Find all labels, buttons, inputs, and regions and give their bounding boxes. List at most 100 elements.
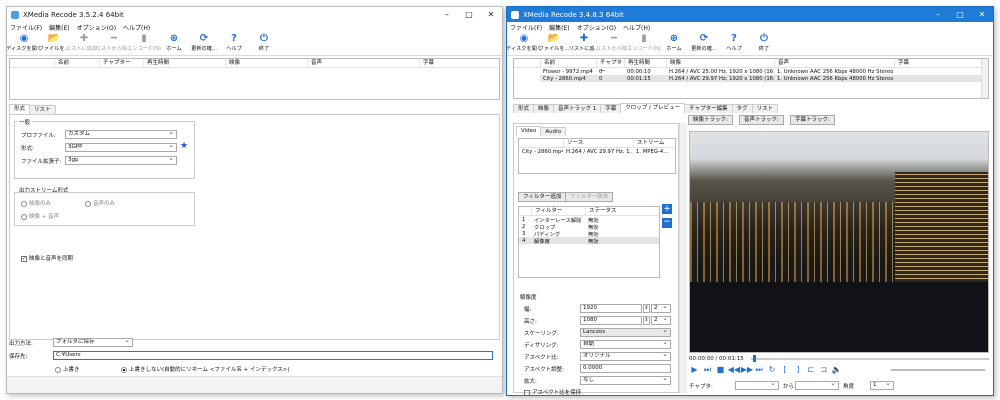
- source-stream-table[interactable]: ソース ストリーム City - 2860.mp4 H.264 / AVC 29…: [518, 138, 676, 174]
- tab-format[interactable]: 形式: [9, 104, 31, 114]
- col-name[interactable]: 名前: [54, 59, 99, 67]
- subtab-audio[interactable]: Audio: [540, 127, 567, 136]
- sync-checkbox[interactable]: ✓ 映像と音声を同期: [21, 254, 73, 262]
- height-ratio-select[interactable]: 2: [651, 316, 671, 325]
- save-to-input[interactable]: C:¥Users: [53, 351, 493, 360]
- right-file-list[interactable]: 名前 チャプター 再生時間 映像 音声 字幕 Flower - 9972.mp4…: [513, 58, 989, 99]
- subtitle-track-button[interactable]: 字幕トラック:: [790, 115, 835, 125]
- rewind-icon[interactable]: ◀◀: [728, 365, 740, 374]
- tab-list[interactable]: リスト: [29, 105, 56, 114]
- angle-select[interactable]: 1: [870, 381, 894, 390]
- mark-out-icon[interactable]: ]: [792, 365, 803, 374]
- seek-handle[interactable]: [753, 355, 756, 362]
- col-video[interactable]: 映像: [225, 59, 307, 67]
- aspect-select[interactable]: オリジナル: [580, 352, 671, 361]
- menu-edit[interactable]: 編集(E): [549, 23, 569, 32]
- col-audio[interactable]: 音声: [307, 59, 419, 67]
- fast-forward-icon[interactable]: ▶▶: [741, 365, 753, 374]
- width-input[interactable]: 1920: [580, 304, 642, 313]
- format-select[interactable]: 3GPP: [65, 143, 177, 152]
- loop-icon[interactable]: ↻: [767, 365, 778, 374]
- tab-chapter-edit[interactable]: チャプター編集: [684, 104, 733, 113]
- maximize-icon[interactable]: □: [458, 10, 480, 19]
- tab-video[interactable]: 映像: [533, 104, 555, 113]
- col-audio[interactable]: 音声: [774, 59, 894, 67]
- tab-format[interactable]: 形式: [513, 104, 535, 113]
- menu-options[interactable]: オプション(O): [77, 23, 116, 32]
- chapter-select[interactable]: [735, 381, 779, 390]
- toolbar-button-help[interactable]: ? ヘルプ: [719, 32, 749, 52]
- toolbar-button-refresh[interactable]: ⟳ 更新の確...: [689, 32, 719, 52]
- filter-row[interactable]: 4 解像度 無効: [519, 237, 659, 245]
- menu-options[interactable]: オプション(O): [577, 23, 616, 32]
- col-name[interactable]: 名前: [540, 59, 596, 67]
- col-chapter[interactable]: チャプター: [99, 59, 143, 67]
- volume-slider[interactable]: [891, 369, 985, 371]
- remove-filter-minus-icon[interactable]: −: [662, 218, 672, 228]
- video-track-button[interactable]: 映像トラック:: [688, 115, 733, 125]
- audio-track-button[interactable]: 音声トラック:: [739, 115, 784, 125]
- favorite-star-icon[interactable]: ★: [180, 141, 188, 151]
- col-video[interactable]: 映像: [666, 59, 774, 67]
- filter-list[interactable]: フィルター ステータス 1 インターレース解除 無効 2 クロップ 無効 3 パディング無…: [518, 206, 660, 278]
- tab-audio-track[interactable]: 音声トラック 1: [553, 104, 602, 113]
- table-row[interactable]: City - 2860.mp4 0 00:01:15 H.264 / AVC 2…: [540, 75, 988, 82]
- mark-in-icon[interactable]: [: [779, 365, 790, 374]
- tab-subtitle[interactable]: 字幕: [600, 104, 622, 113]
- crop-right-icon[interactable]: ⊐: [818, 365, 829, 374]
- toolbar-button-refresh[interactable]: ⟳ 更新の確...: [189, 32, 219, 52]
- play-icon[interactable]: ▶: [689, 365, 700, 374]
- menu-edit[interactable]: 編集(E): [49, 23, 69, 32]
- extension-select[interactable]: 3gp: [65, 156, 177, 165]
- minimize-icon[interactable]: –: [436, 10, 458, 19]
- settings-scrollbar[interactable]: [679, 123, 687, 393]
- menu-help[interactable]: ヘルプ(H): [623, 23, 650, 32]
- minimize-icon[interactable]: –: [927, 10, 949, 19]
- toolbar-button-globe[interactable]: ⊕ ホーム: [159, 32, 189, 52]
- radio-video-audio[interactable]: 映像 + 音声: [21, 212, 59, 220]
- scaling-select[interactable]: Lanczos: [580, 328, 671, 337]
- menu-file[interactable]: ファイル(F): [10, 23, 42, 32]
- toolbar-button-folder[interactable]: 📂 ファイルを...: [539, 32, 570, 52]
- add-filter-button[interactable]: フィルター追加: [518, 192, 567, 202]
- close-icon[interactable]: ✕: [971, 10, 993, 19]
- toolbar-button-disc[interactable]: ◉ ディスクを開く: [507, 32, 542, 52]
- col-duration[interactable]: 再生時間: [143, 59, 225, 67]
- maximize-icon[interactable]: □: [949, 10, 971, 19]
- next-frame-icon[interactable]: ⏭: [702, 365, 713, 375]
- left-file-list[interactable]: 名前 チャプター 再生時間 映像 音声 字幕: [9, 58, 500, 100]
- radio-overwrite[interactable]: 上書き: [55, 365, 80, 373]
- toolbar-button-help[interactable]: ? ヘルプ: [219, 32, 249, 52]
- col-duration[interactable]: 再生時間: [624, 59, 666, 67]
- width-spinner[interactable]: ⇕: [643, 304, 650, 313]
- table-row[interactable]: City - 2860.mp4 H.264 / AVC 29.97 Hz, 1.…: [519, 148, 675, 155]
- col-subtitle[interactable]: 字幕: [894, 59, 954, 67]
- stop-icon[interactable]: ■: [715, 365, 726, 374]
- toolbar-button-globe[interactable]: ⊕ ホーム: [659, 32, 689, 52]
- table-row[interactable]: Flower - 9972.mp4 0 00:00:10 H.264 / AVC…: [540, 68, 988, 75]
- height-input[interactable]: 1080: [580, 316, 642, 325]
- tab-crop-preview[interactable]: クロップ / プレビュー: [620, 103, 686, 113]
- keep-aspect-checkbox[interactable]: アスペクト比を保持: [524, 388, 581, 395]
- aspect-adjust-input[interactable]: 0.0000: [580, 364, 671, 373]
- crop-left-icon[interactable]: ⊏: [805, 365, 816, 374]
- tab-tags[interactable]: タグ: [731, 104, 753, 113]
- toolbar-button-disc[interactable]: ◉ ディスクを開く: [7, 32, 42, 52]
- radio-no-overwrite[interactable]: 上書きしない(自動的にリネーム <ファイル名 + インデックス>): [121, 365, 290, 373]
- dither-select[interactable]: 自動: [580, 340, 671, 349]
- col-chapter[interactable]: チャプター: [596, 59, 624, 75]
- radio-audio-only[interactable]: 音声のみ: [85, 199, 115, 207]
- zoom-select[interactable]: なし: [580, 376, 671, 385]
- profile-select[interactable]: カスタム: [65, 130, 177, 139]
- add-filter-plus-icon[interactable]: +: [662, 204, 672, 214]
- tab-list[interactable]: リスト: [751, 104, 779, 113]
- close-icon[interactable]: ✕: [480, 10, 502, 19]
- width-ratio-select[interactable]: 2: [651, 304, 671, 313]
- subtab-video[interactable]: Video: [516, 126, 542, 136]
- menu-file[interactable]: ファイル(F): [510, 23, 542, 32]
- toolbar-button-power[interactable]: ⏻ 終了: [749, 32, 779, 52]
- radio-video-only[interactable]: 映像のみ: [21, 199, 51, 207]
- toolbar-button-power[interactable]: ⏻ 終了: [249, 32, 279, 52]
- toolbar-button-folder[interactable]: 📂 ファイルを...: [39, 32, 70, 52]
- volume-icon[interactable]: 🔈: [831, 365, 842, 374]
